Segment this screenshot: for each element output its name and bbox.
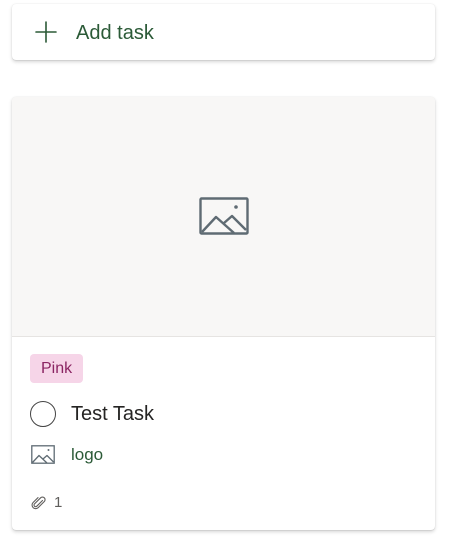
paperclip-icon	[31, 496, 46, 510]
task-title[interactable]: Test Task	[71, 401, 154, 427]
task-card[interactable]: Pink Test Task logo 1	[12, 97, 435, 530]
image-placeholder-icon	[199, 197, 249, 235]
plus-icon	[35, 21, 57, 43]
add-task-button[interactable]: Add task	[12, 4, 435, 60]
attachment-count: 1	[54, 494, 63, 511]
add-task-label: Add task	[76, 22, 154, 44]
attachment-link[interactable]: logo	[71, 444, 103, 466]
label-pill[interactable]: Pink	[30, 354, 84, 383]
card-preview[interactable]	[12, 97, 435, 337]
file-image-icon	[31, 445, 55, 464]
complete-task-checkbox[interactable]	[30, 401, 56, 427]
